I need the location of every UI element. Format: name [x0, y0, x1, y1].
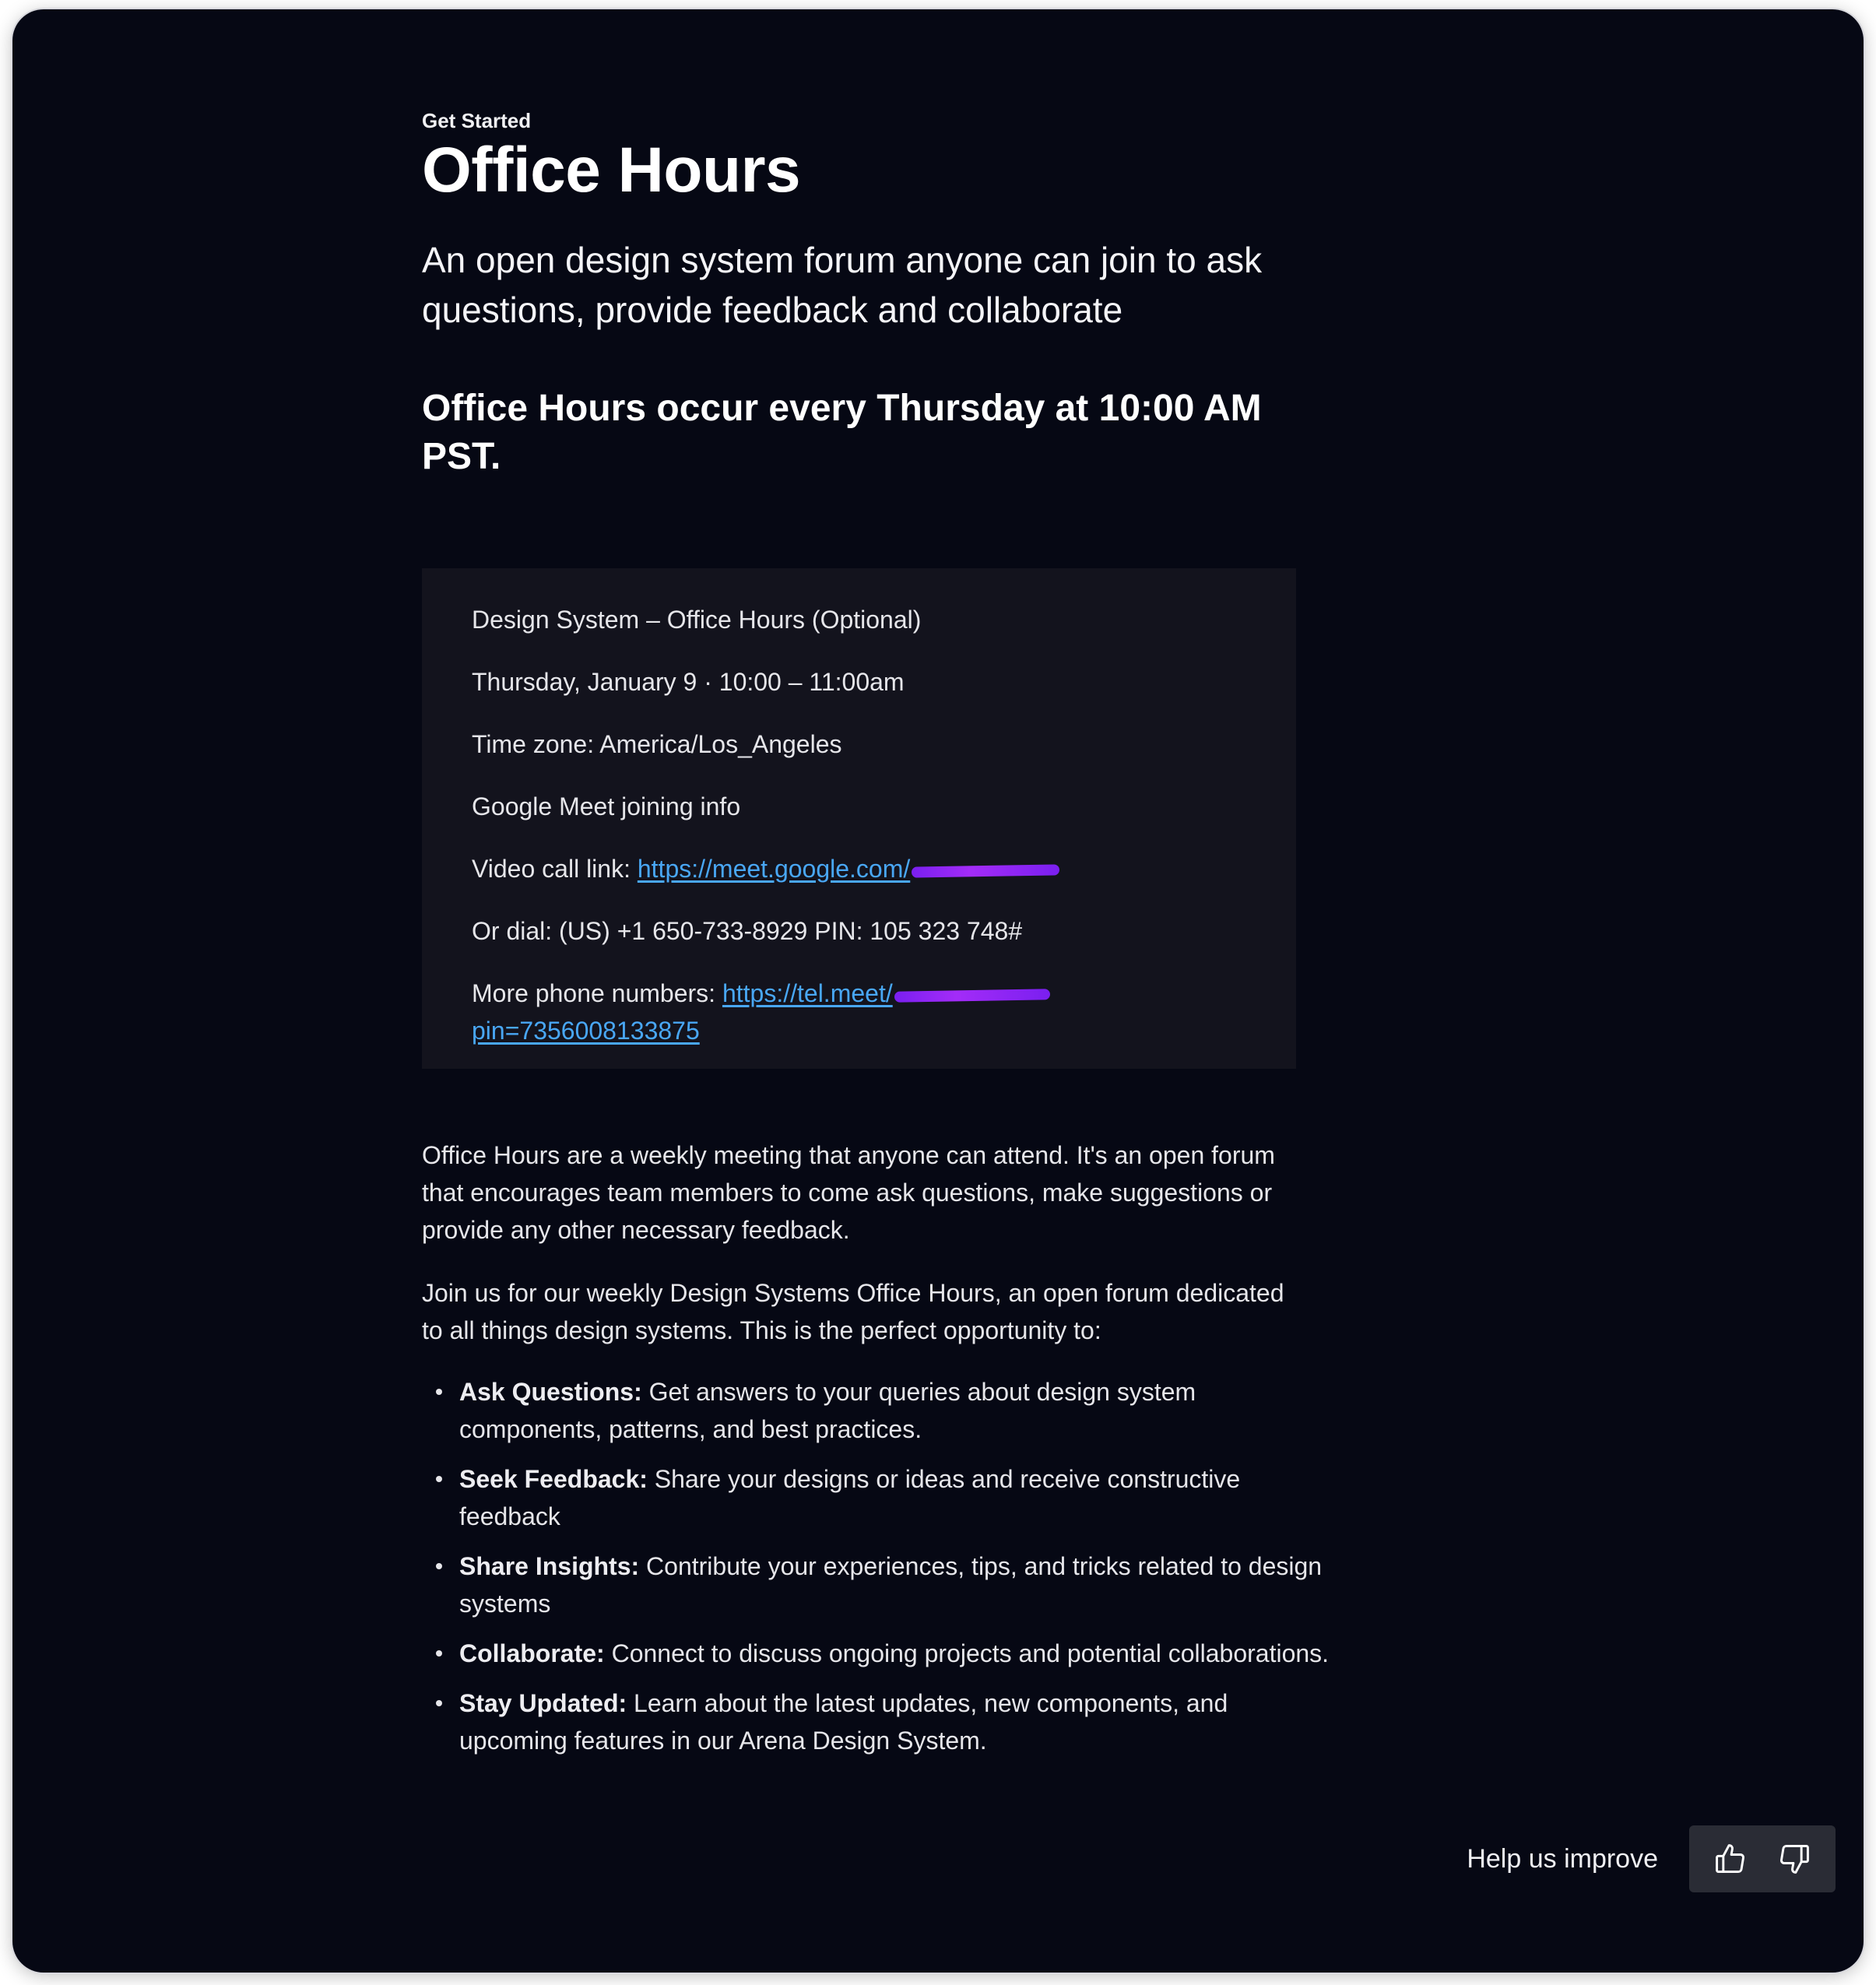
redaction-mark [894, 988, 1050, 1003]
list-item: Stay Updated: Learn about the latest upd… [422, 1685, 1340, 1759]
feedback-button-group [1689, 1825, 1836, 1892]
list-item-text: Connect to discuss ongoing projects and … [604, 1639, 1330, 1667]
list-item-term: Ask Questions: [459, 1378, 642, 1406]
bullet-icon [436, 1700, 442, 1706]
bullet-icon [436, 1389, 442, 1395]
list-item: Share Insights: Contribute your experien… [422, 1548, 1340, 1622]
bullet-icon [436, 1563, 442, 1569]
breadcrumb-section: Get Started [422, 109, 532, 132]
feedback-label: Help us improve [1467, 1843, 1658, 1874]
list-item-term: Seek Feedback: [459, 1465, 648, 1493]
list-item-term: Collaborate: [459, 1639, 605, 1667]
video-call-label: Video call link: [472, 855, 638, 883]
join-paragraph: Join us for our weekly Design Systems Of… [422, 1279, 1284, 1344]
list-item: Ask Questions: Get answers to your queri… [422, 1373, 1340, 1448]
dial-in-info: Or dial: (US) +1 650-733-8929 PIN: 105 3… [472, 917, 1023, 945]
list-item: Collaborate: Connect to discuss ongoing … [422, 1635, 1340, 1672]
thumbs-down-icon [1780, 1845, 1809, 1874]
list-item-term: Share Insights: [459, 1552, 640, 1580]
event-timezone: Time zone: America/Los_Angeles [472, 730, 842, 758]
meet-joining-heading: Google Meet joining info [472, 792, 741, 820]
page-subtitle: An open design system forum anyone can j… [422, 240, 1263, 330]
app-window: Get Started Office Hours An open design … [12, 9, 1864, 1973]
more-phone-link-pin: pin=7356008133875 [472, 1017, 700, 1045]
video-call-link-text: https://meet.google.com/ [637, 855, 911, 883]
bullet-icon [436, 1650, 442, 1657]
event-name: Design System – Office Hours (Optional) [472, 606, 922, 634]
event-details-card: Design System – Office Hours (Optional) … [422, 568, 1296, 1069]
thumbs-down-button[interactable] [1767, 1832, 1822, 1886]
schedule-heading: Office Hours occur every Thursday at 10:… [422, 388, 1262, 477]
more-phone-link-text: https://tel.meet/ [722, 979, 893, 1007]
thumbs-up-icon [1716, 1844, 1744, 1873]
video-call-link[interactable]: https://meet.google.com/ [637, 855, 1060, 883]
intro-paragraph: Office Hours are a weekly meeting that a… [422, 1141, 1275, 1244]
more-phone-numbers-label: More phone numbers: [472, 979, 722, 1007]
video-call-row: Video call link: https://meet.google.com… [472, 850, 1246, 887]
thumbs-up-button[interactable] [1703, 1832, 1758, 1886]
redaction-mark [912, 863, 1060, 878]
feedback-widget: Help us improve [1467, 1825, 1836, 1892]
benefits-list: Ask Questions: Get answers to your queri… [422, 1373, 1340, 1772]
event-datetime: Thursday, January 9 · 10:00 – 11:00am [472, 668, 905, 696]
page-title: Office Hours [422, 135, 801, 206]
more-phone-numbers-row: More phone numbers: https://tel.meet/pin… [472, 975, 1094, 1049]
list-item: Seek Feedback: Share your designs or ide… [422, 1460, 1340, 1535]
list-item-term: Stay Updated: [459, 1689, 627, 1717]
bullet-icon [436, 1476, 442, 1482]
